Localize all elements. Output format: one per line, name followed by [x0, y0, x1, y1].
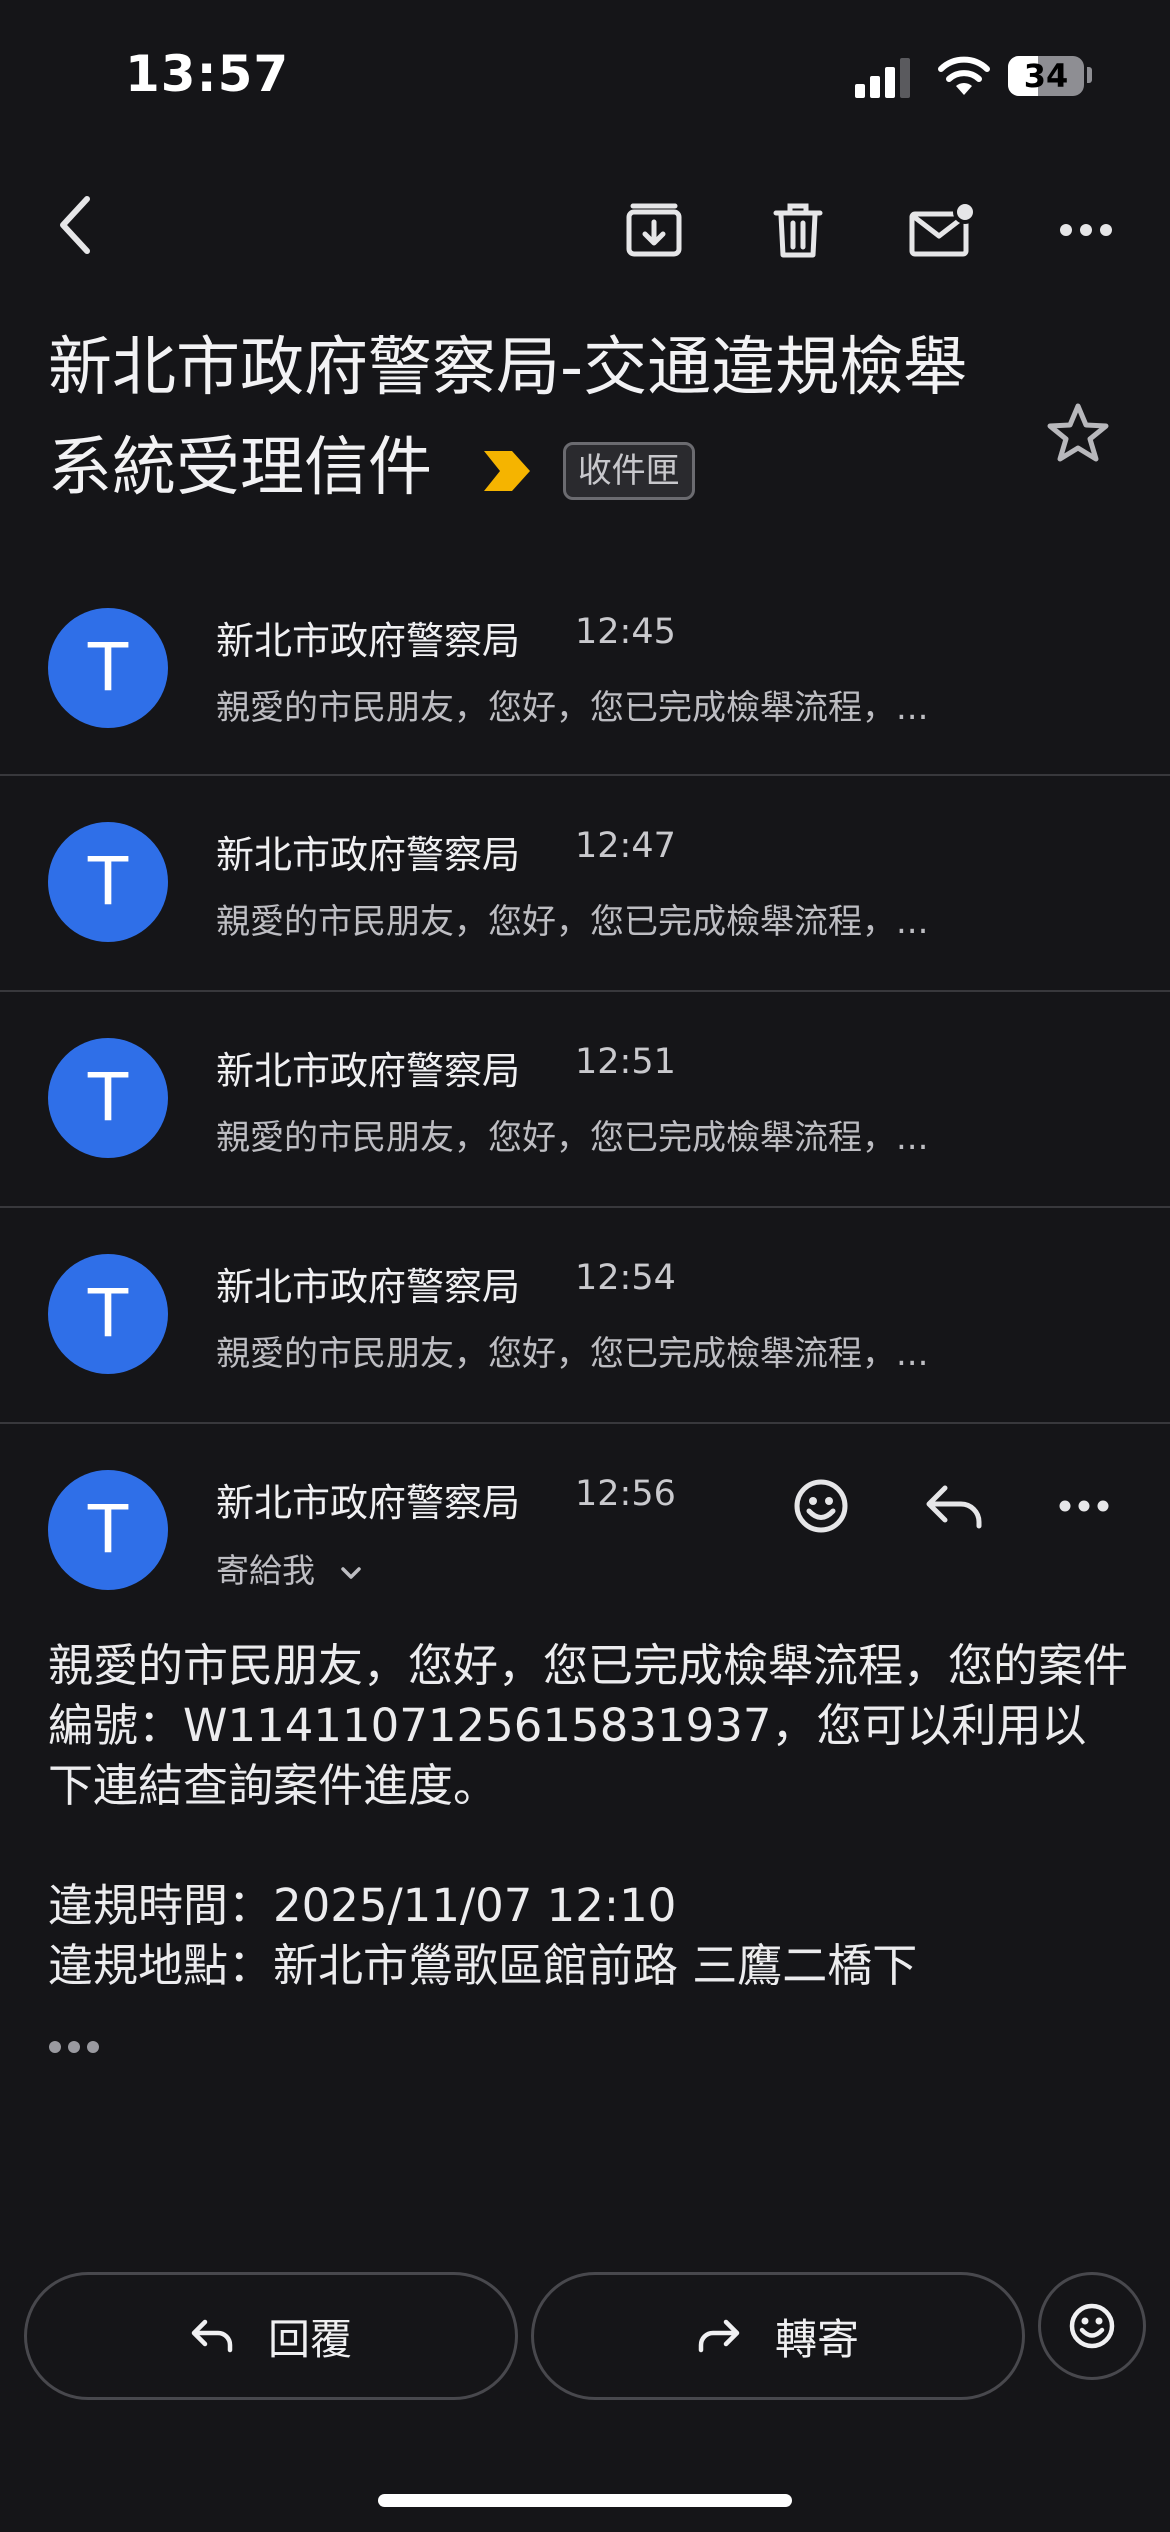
message-snippet: 親愛的市民朋友，您好，您已完成檢舉流程，... [216, 688, 929, 728]
forward-icon [698, 2319, 740, 2353]
mail-unread-icon [909, 202, 975, 257]
message-body: 親愛的市民朋友，您好，您已完成檢舉流程，您的案件編號：W114110712561… [48, 1639, 1129, 1992]
reply-icon [191, 2319, 233, 2353]
sender-name: 新北市政府警察局 [216, 1265, 521, 1309]
cellular-signal-icon [855, 58, 910, 98]
message-more-icon[interactable] [1059, 1500, 1109, 1512]
message-time: 12:56 [575, 1474, 676, 1514]
forward-label: 轉寄 [774, 2314, 859, 2364]
battery-icon: 34 [1008, 56, 1084, 96]
sender-name: 新北市政府警察局 [216, 1049, 521, 1093]
sender-avatar: T [48, 608, 168, 728]
sender-avatar: T [48, 1038, 168, 1158]
chevron-down-icon [340, 1566, 361, 1579]
more-horizontal-icon [1060, 224, 1112, 236]
sender-name: 新北市政府警察局 [216, 619, 521, 663]
archive-icon [626, 203, 682, 257]
sender-avatar: T [48, 822, 168, 942]
inbox-label[interactable]: 收件匣 [562, 442, 695, 501]
reply-label: 回覆 [267, 2314, 352, 2364]
message-time: 12:51 [575, 1042, 676, 1082]
message-row[interactable]: T 新北市政府警察局 12:51 親愛的市民朋友，您好，您已完成檢舉流程，... [0, 992, 1170, 1208]
sender-name: 新北市政府警察局 [216, 833, 521, 877]
back-button[interactable] [40, 190, 110, 260]
chevron-left-icon [60, 196, 90, 254]
mark-unread-button[interactable] [900, 190, 984, 270]
email-subject: 新北市政府警察局-交通違規檢舉系統受理信件 收件匣 [48, 318, 968, 518]
home-indicator[interactable] [378, 2494, 792, 2507]
message-snippet: 親愛的市民朋友，您好，您已完成檢舉流程，... [216, 902, 929, 942]
sender-avatar: T [48, 1470, 168, 1590]
message-snippet: 親愛的市民朋友，您好，您已完成檢舉流程，... [216, 1334, 929, 1374]
sender-name: 新北市政府警察局 [216, 1481, 521, 1525]
message-snippet: 親愛的市民朋友，您好，您已完成檢舉流程，... [216, 1118, 929, 1158]
message-time: 12:45 [575, 612, 676, 652]
delete-button[interactable] [758, 190, 838, 270]
wifi-icon [938, 56, 990, 95]
importance-marker-icon [484, 451, 531, 492]
battery-level: 34 [1023, 57, 1069, 95]
recipient-toggle[interactable]: 寄給我 [216, 1544, 362, 1592]
message-row[interactable]: T 新北市政府警察局 12:47 親愛的市民朋友，您好，您已完成檢舉流程，... [0, 776, 1170, 992]
message-time: 12:54 [575, 1258, 676, 1298]
status-time: 13:57 [125, 45, 290, 103]
archive-button[interactable] [614, 190, 694, 270]
trash-icon [773, 203, 823, 258]
more-options-button[interactable] [1046, 190, 1126, 270]
reply-button[interactable]: 回覆 [24, 2272, 518, 2400]
forward-button[interactable]: 轉寄 [531, 2272, 1025, 2400]
message-row[interactable]: T 新北市政府警察局 12:54 親愛的市民朋友，您好，您已完成檢舉流程，... [0, 1208, 1170, 1424]
emoji-reaction-icon[interactable] [793, 1478, 849, 1534]
show-trimmed-content-icon[interactable] [48, 2040, 100, 2054]
to-me-label: 寄給我 [216, 1551, 315, 1590]
reply-icon[interactable] [925, 1482, 983, 1530]
emoji-react-button[interactable] [1038, 2272, 1146, 2380]
sender-avatar: T [48, 1254, 168, 1374]
emoji-icon [1069, 2303, 1115, 2349]
star-icon[interactable] [1046, 402, 1110, 464]
message-time: 12:47 [575, 826, 676, 866]
message-row[interactable]: T 新北市政府警察局 12:45 親愛的市民朋友，您好，您已完成檢舉流程，... [0, 560, 1170, 776]
battery-cap [1087, 67, 1092, 83]
